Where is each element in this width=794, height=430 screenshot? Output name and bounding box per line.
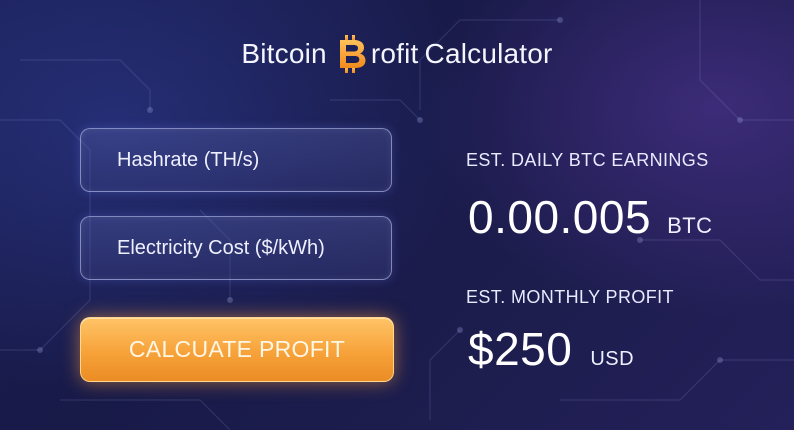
daily-earnings-unit: BTC	[667, 213, 713, 238]
page-title: Bitcoin rofit Calculator	[0, 34, 794, 74]
hashrate-input[interactable]: Hashrate (TH/s)	[80, 128, 392, 192]
daily-earnings-value: 0.00.005	[468, 191, 652, 243]
title-word-calculator: Calculator	[424, 38, 553, 69]
monthly-profit-value-group: $250 USD	[468, 322, 634, 376]
title-word-rofit: rofit	[370, 38, 419, 69]
monthly-profit-unit: USD	[590, 348, 635, 370]
monthly-profit-label: EST. MONTHLY PROFIT	[466, 287, 674, 307]
bitcoin-b-logo-icon	[339, 35, 366, 73]
daily-earnings-label: EST. DAILY BTC EARNINGS	[466, 150, 709, 170]
daily-earnings-value-group: 0.00.005 BTC	[468, 190, 713, 244]
monthly-profit-value: $250	[468, 323, 573, 375]
title-word-bitcoin: Bitcoin	[241, 38, 327, 69]
calculate-profit-button[interactable]: CALCUATE PROFIT	[80, 317, 394, 382]
electricity-cost-input[interactable]: Electricity Cost ($/kWh)	[80, 216, 392, 280]
